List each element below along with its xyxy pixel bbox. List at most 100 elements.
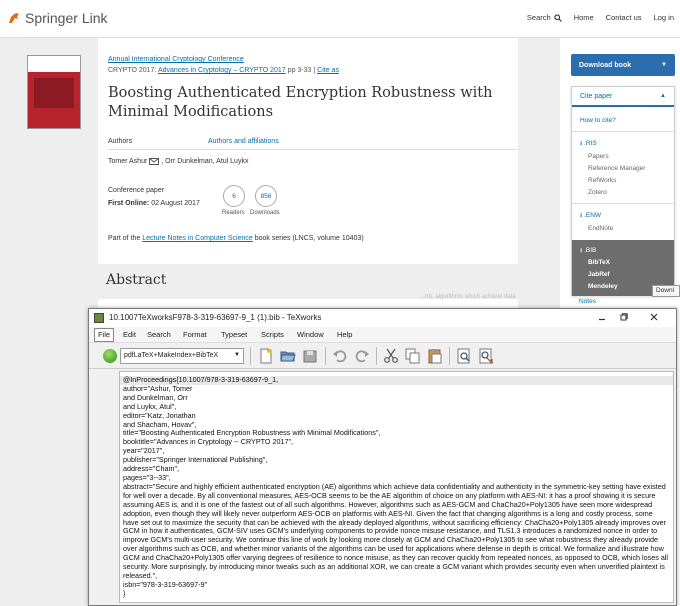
series-link[interactable]: Lecture Notes in Computer Science (142, 235, 253, 242)
downloads-label: Downloads (250, 210, 280, 216)
menu-format[interactable]: Format (183, 330, 207, 339)
ris-download[interactable]: ⭳ .RIS (580, 139, 597, 150)
toolbar-separator (376, 347, 377, 365)
book-cover[interactable] (27, 55, 81, 129)
page-title: Boosting Authenticated Encryption Robust… (108, 85, 493, 120)
ris-refworks[interactable]: RefWorks (588, 177, 616, 184)
how-to-cite-link[interactable]: How to cite? (580, 117, 616, 124)
menu-search[interactable]: Search (147, 330, 171, 339)
conference-link[interactable]: Annual International Cryptology Conferen… (108, 56, 244, 63)
download-icon: ⭳ (580, 247, 583, 254)
readers-label: Readers (222, 210, 245, 216)
maximize-button[interactable] (614, 311, 634, 323)
menu-edit[interactable]: Edit (123, 330, 136, 339)
typeset-button[interactable] (103, 349, 117, 363)
download-icon: ⭳ (580, 140, 583, 147)
cut-icon[interactable] (383, 348, 399, 364)
bib-mendeley[interactable]: Mendeley (588, 283, 618, 290)
enw-download[interactable]: ⭳ .ENW (580, 211, 601, 222)
window-titlebar[interactable]: 10.1007TeXworksF978-3-319-63697-9_1 (1).… (89, 309, 676, 327)
menu-file[interactable]: File (94, 328, 115, 342)
top-nav: Search Home Contact us Log in (503, 13, 674, 22)
save-icon[interactable] (302, 348, 318, 364)
paper-type: Conference paper (108, 187, 165, 194)
paste-icon[interactable] (427, 348, 443, 364)
abstract-faint-text: ...nt), algorithms which achieve data (420, 294, 516, 300)
menu-typeset[interactable]: Typeset (221, 330, 247, 339)
logo-text: Springer Link (25, 10, 108, 26)
cite-paper-toggle[interactable]: Cite paper ▲ (572, 87, 674, 107)
replace-icon[interactable] (478, 348, 494, 364)
download-book-label: Download book (579, 61, 632, 69)
find-icon[interactable] (456, 348, 472, 364)
contact-link[interactable]: Contact us (606, 13, 642, 22)
enw-endnote[interactable]: EndNote (588, 225, 613, 232)
readers-count: 6 (223, 185, 245, 207)
minimize-icon (599, 318, 605, 321)
download-tooltip: Downl (652, 285, 680, 297)
home-link[interactable]: Home (574, 13, 594, 22)
menu-bar: File Edit Search Format Typeset Scripts … (89, 327, 676, 343)
search-label: Search (526, 13, 551, 22)
author-tabs: Authors Authors and affiliations (108, 138, 279, 145)
bib-download[interactable]: ⭳ .BIB (580, 246, 596, 257)
tab-affiliations[interactable]: Authors and affiliations (208, 138, 279, 145)
redo-icon[interactable] (354, 348, 370, 364)
email-icon[interactable] (149, 158, 160, 165)
cover-image (34, 78, 74, 108)
series-info: Part of the Lecture Notes in Computer Sc… (108, 235, 364, 242)
open-folder-icon[interactable] (280, 348, 296, 364)
chevron-up-icon: ▲ (660, 93, 666, 99)
texworks-app-icon (94, 313, 104, 323)
bib-bibtex[interactable]: BibTeX (588, 259, 610, 266)
chapter-prefix: CRYPTO 2017: (108, 67, 157, 74)
window-title: 10.1007TeXworksF978-3-319-63697-9_1 (1).… (109, 313, 322, 322)
toolbar-separator (449, 347, 450, 365)
bib-jabref[interactable]: JabRef (588, 271, 610, 278)
ris-reference-manager[interactable]: Reference Manager (588, 165, 645, 172)
restore-icon (620, 313, 628, 321)
downloads-count: 856 (255, 185, 277, 207)
springer-logo[interactable]: Springer Link (7, 10, 108, 26)
chevron-down-icon: ▼ (661, 62, 667, 68)
springer-horse-icon (9, 13, 19, 23)
copy-icon[interactable] (405, 348, 421, 364)
divider (572, 131, 674, 132)
bib-editor[interactable]: @InProceedings{10.1007/978-3-319-63697-9… (119, 371, 674, 603)
menu-scripts[interactable]: Scripts (261, 330, 284, 339)
minimize-button[interactable] (592, 311, 612, 323)
springer-header: Springer Link Search Home Contact us Log… (0, 0, 680, 38)
first-online: First Online: 02 August 2017 (108, 200, 200, 207)
menu-help[interactable]: Help (337, 330, 352, 339)
ris-zotero[interactable]: Zotero (588, 189, 607, 196)
download-icon: ⭳ (580, 212, 583, 219)
download-book-button[interactable]: Download book ▼ (571, 54, 675, 76)
close-icon (650, 313, 658, 321)
book-link[interactable]: Advances in Cryptology – CRYPTO 2017 (158, 67, 286, 74)
engine-value: pdfLaTeX+MakeIndex+BibTeX (124, 352, 219, 359)
login-link[interactable]: Log in (654, 13, 674, 22)
divider (572, 203, 674, 204)
editor-text: @InProceedings{10.1007/978-3-319-63697-9… (123, 375, 669, 598)
search-link[interactable]: Search (515, 13, 562, 22)
menu-window[interactable]: Window (297, 330, 324, 339)
toolbar-separator (325, 347, 326, 365)
engine-select[interactable]: pdfLaTeX+MakeIndex+BibTeX ▼ (120, 348, 244, 364)
notes-link[interactable]: Notes (579, 298, 596, 305)
authors-line: Tomer Ashur , Orr Dunkelman, Atul Luykx (108, 158, 248, 165)
other-authors: , Orr Dunkelman, Atul Luykx (161, 158, 249, 165)
chapter-line: CRYPTO 2017: Advances in Cryptology – CR… (108, 67, 339, 74)
tab-divider (108, 149, 518, 150)
tab-authors[interactable]: Authors (108, 138, 208, 145)
author-link[interactable]: Tomer Ashur (108, 158, 147, 165)
chapter-separator: | (313, 67, 316, 74)
chapter-pages: pp 3-33 (287, 67, 312, 74)
cite-as-link[interactable]: Cite as (317, 67, 339, 74)
toolbar-separator (250, 347, 251, 365)
new-document-icon[interactable] (258, 348, 274, 364)
ris-papers[interactable]: Papers (588, 153, 609, 160)
texworks-window: 10.1007TeXworksF978-3-319-63697-9_1 (1).… (88, 308, 677, 606)
undo-icon[interactable] (332, 348, 348, 364)
close-button[interactable] (636, 311, 672, 323)
editor-gutter (90, 371, 118, 603)
